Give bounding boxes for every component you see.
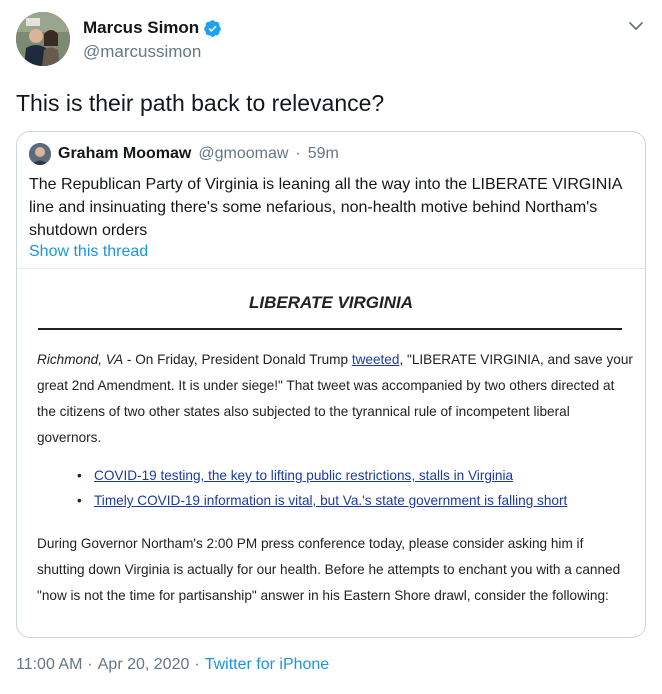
quoted-author-avatar (29, 143, 51, 165)
document-tweeted-link: tweeted (351, 352, 400, 367)
chevron-down-icon[interactable] (626, 16, 646, 36)
author-handle[interactable]: @marcussimon (83, 42, 201, 62)
quoted-tweet-text: The Republican Party of Virginia is lean… (29, 176, 622, 239)
bullet-icon: • (77, 468, 82, 483)
document-paragraph-2: During Governor Northam's 2:00 PM press … (37, 536, 621, 603)
author-avatar[interactable] (16, 12, 70, 66)
bullet-icon: • (77, 493, 82, 508)
tweet-footer: 11:00 AM · Apr 20, 2020 · Twitter for iP… (16, 656, 329, 674)
tweet-text: This is their path back to relevance? (16, 90, 385, 116)
document-list-item: • COVID-19 testing, the key to lifting pu… (77, 463, 637, 488)
document-p1-before-link: - On Friday, President Donald Trump (123, 352, 352, 367)
tweet-header: Marcus Simon @marcussimon (16, 12, 646, 68)
quoted-tweet[interactable]: Graham Moomaw @gmoomaw · 59m The Republi… (16, 131, 646, 638)
quoted-image-attachment[interactable]: LIBERATE VIRGINIA Richmond, VA - On Frid… (17, 268, 645, 637)
tweet-date[interactable]: Apr 20, 2020 (98, 656, 190, 674)
quoted-timestamp: 59m (307, 145, 339, 162)
tweet-source-link[interactable]: Twitter for iPhone (205, 656, 330, 674)
document-title: LIBERATE VIRGINIA (248, 293, 414, 312)
quoted-tweet-header: Graham Moomaw @gmoomaw · 59m (29, 143, 339, 165)
document-list-item: • Timely COVID-19 information is vital, b… (77, 488, 637, 513)
document-link-list: • COVID-19 testing, the key to lifting pu… (77, 463, 637, 513)
document-divider (38, 328, 622, 330)
document-link-text: COVID-19 testing, the key to lifting pub… (94, 468, 514, 483)
tweet-time[interactable]: 11:00 AM (16, 656, 82, 674)
author-name-row: Marcus Simon (83, 18, 222, 38)
quoted-separator: · (295, 145, 301, 162)
verified-badge-icon (203, 19, 222, 38)
document-paragraph-1: Richmond, VA - On Friday, President Dona… (37, 347, 633, 451)
footer-separator: · (194, 656, 200, 673)
quoted-display-name: Graham Moomaw (58, 145, 192, 162)
document-link-text: Timely COVID-19 information is vital, bu… (94, 493, 568, 508)
quoted-handle: @gmoomaw (198, 145, 289, 162)
show-thread-link[interactable]: Show this thread (29, 243, 148, 261)
document-dateline: Richmond, VA (37, 352, 124, 367)
footer-separator: · (87, 656, 93, 673)
author-display-name[interactable]: Marcus Simon (83, 18, 199, 38)
